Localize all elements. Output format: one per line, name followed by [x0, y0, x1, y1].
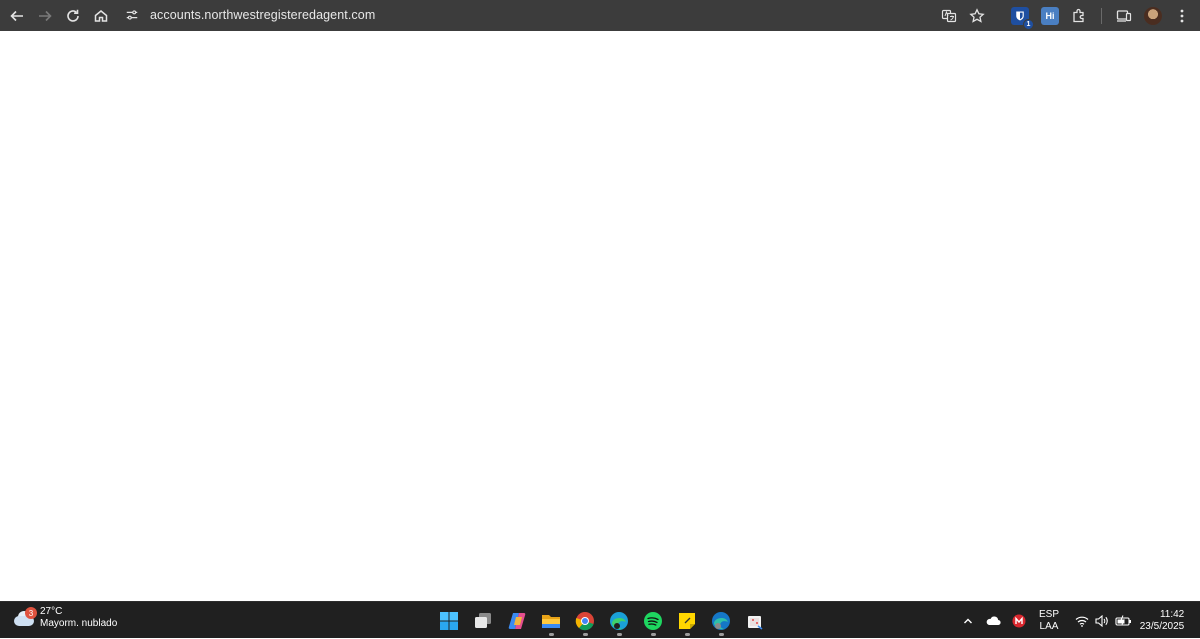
mega-icon[interactable] — [1006, 602, 1032, 639]
file-explorer-icon[interactable] — [534, 602, 568, 639]
volume-icon[interactable] — [1092, 602, 1112, 639]
weather-widget[interactable]: 3 27°C Mayorm. nublado — [12, 606, 117, 630]
page-content — [0, 31, 1200, 601]
bookmark-star-icon[interactable] — [963, 2, 991, 30]
menu-kebab-icon[interactable] — [1168, 2, 1196, 30]
clock-date: 23/5/2025 — [1139, 620, 1185, 632]
extensions-puzzle-icon[interactable] — [1065, 2, 1093, 30]
back-icon[interactable] — [3, 2, 31, 30]
edge-icon[interactable] — [602, 602, 636, 639]
chrome-icon[interactable] — [568, 602, 602, 639]
extension-badge: 1 — [1023, 18, 1034, 30]
language-indicator[interactable]: ESP LAA — [1032, 609, 1066, 633]
taskbar-apps — [432, 602, 772, 639]
snipping-tool-icon[interactable] — [738, 602, 772, 639]
home-icon[interactable] — [87, 2, 115, 30]
clock-time: 11:42 — [1159, 608, 1185, 620]
system-tray: ESP LAA 11:42 23/5/2025 — [956, 602, 1200, 639]
taskbar: 3 27°C Mayorm. nublado ESP LAA 11:42 23/… — [0, 601, 1200, 638]
spotify-icon[interactable] — [636, 602, 670, 639]
weather-temp: 27°C — [40, 606, 63, 617]
onedrive-icon[interactable] — [980, 602, 1006, 639]
battery-icon[interactable] — [1112, 602, 1136, 639]
profile-avatar[interactable] — [1144, 6, 1162, 25]
weather-badge: 3 — [25, 607, 37, 619]
edge-beta-icon[interactable] — [704, 602, 738, 639]
clock[interactable]: 11:42 23/5/2025 — [1136, 609, 1188, 633]
copilot-icon[interactable] — [500, 602, 534, 639]
weather-condition: Mayorm. nublado — [40, 618, 118, 629]
site-info-icon[interactable] — [120, 3, 144, 27]
lang-bottom: LAA — [1039, 620, 1059, 632]
reload-icon[interactable] — [59, 2, 87, 30]
toolbar-right: 1 Hi — [935, 0, 1200, 31]
wifi-icon[interactable] — [1072, 602, 1092, 639]
lang-top: ESP — [1038, 608, 1059, 620]
address-bar[interactable]: accounts.northwestregisteredagent.com — [120, 3, 990, 27]
bitwarden-extension-icon[interactable]: 1 — [1011, 6, 1034, 30]
task-view-icon[interactable] — [466, 602, 500, 639]
start-icon[interactable] — [432, 602, 466, 639]
browser-toolbar: accounts.northwestregisteredagent.com 1 … — [0, 0, 1200, 31]
chevron-up-icon[interactable] — [956, 602, 980, 639]
translate-icon[interactable] — [935, 2, 963, 30]
device-icon[interactable] — [1110, 2, 1138, 30]
weather-cloud-icon: 3 — [12, 607, 37, 629]
forward-icon[interactable] — [31, 2, 59, 30]
url-text[interactable]: accounts.northwestregisteredagent.com — [150, 8, 375, 22]
toolbar-separator — [1101, 7, 1102, 24]
sticky-notes-icon[interactable] — [670, 602, 704, 639]
hi-extension-icon[interactable]: Hi — [1041, 6, 1059, 25]
